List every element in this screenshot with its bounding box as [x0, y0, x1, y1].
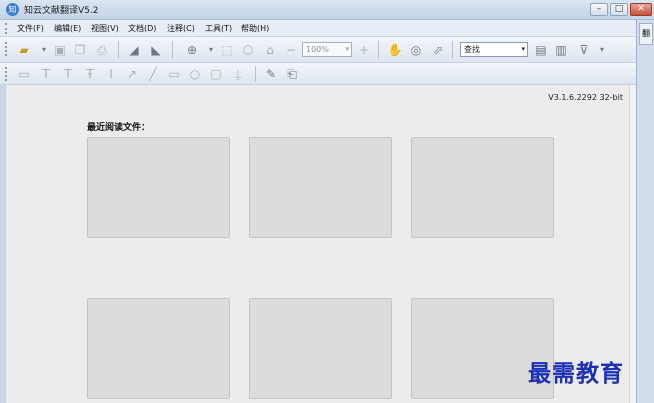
title-bar: 知 知云文献翻译V5.2 – □ ✕ — [0, 0, 654, 20]
page-icon[interactable]: ▤ — [533, 42, 549, 58]
menu-file[interactable]: 文件(F) — [17, 23, 44, 34]
crop-icon[interactable]: ⬚ — [219, 42, 235, 58]
watermark-text: 最需教育 — [528, 360, 624, 387]
side-panel-tab[interactable]: 翻 — [639, 23, 653, 45]
search-value: 查找 — [464, 45, 480, 54]
text-icon[interactable]: T — [38, 66, 54, 82]
recent-files-heading: 最近阅读文件： — [87, 123, 151, 133]
toolbar-separator — [118, 41, 119, 59]
toolbar-separator — [172, 41, 173, 59]
app-window: 知 知云文献翻译V5.2 – □ ✕ 文件(F) 编辑(E) 视图(V) 文档(… — [0, 0, 654, 403]
vertical-scrollbar[interactable] — [629, 85, 636, 403]
stamp-icon[interactable]: ⍊ — [230, 66, 246, 82]
filter-icon[interactable]: ⊽ — [576, 42, 592, 58]
eraser-icon[interactable]: ◣ — [148, 42, 164, 58]
menu-bar: 文件(F) 编辑(E) 视图(V) 文档(D) 注释(C) 工具(T) 帮助(H… — [0, 20, 636, 37]
note-icon[interactable]: ▭ — [16, 66, 32, 82]
edit-box-icon[interactable]: ▢ — [208, 66, 224, 82]
dropdown-arrow-icon[interactable]: ▾ — [203, 42, 219, 58]
recent-file-thumbnail[interactable] — [411, 137, 554, 238]
version-label: V3.1.6.2292 32-bit — [548, 93, 623, 102]
highlight-icon[interactable]: ◢ — [126, 42, 142, 58]
zoom-plus-icon[interactable]: + — [356, 42, 372, 58]
zoom-value: 100% — [306, 45, 329, 54]
toolbar-separator — [452, 41, 453, 59]
page-edit-icon[interactable]: ✎ — [263, 66, 279, 82]
select-icon[interactable]: ⬀ — [430, 42, 446, 58]
toolbar-separator — [378, 41, 379, 59]
open-folder-icon[interactable]: ▰ — [16, 42, 32, 58]
home-icon[interactable]: ⌂ — [262, 42, 278, 58]
print-icon[interactable]: ⎙ — [94, 42, 110, 58]
snapshot-icon[interactable]: ◎ — [408, 42, 424, 58]
line-icon[interactable]: ╱ — [145, 66, 161, 82]
text-cursor-icon[interactable]: I — [103, 66, 119, 82]
chevron-down-icon: ▾ — [345, 45, 349, 53]
annotation-toolbar: ▭ T T Ŧ I ↗ ╱ ▭ ○ ▢ ⍊ ✎ ⎗ — [0, 63, 636, 85]
menu-help[interactable]: 帮助(H) — [241, 23, 269, 34]
menu-tools[interactable]: 工具(T) — [205, 23, 232, 34]
search-select[interactable]: 查找 ▾ — [460, 42, 528, 57]
shape-icon[interactable]: ⬡ — [240, 42, 256, 58]
app-logo-icon: 知 — [6, 3, 19, 16]
document-icon[interactable]: ▥ — [553, 42, 569, 58]
recent-file-thumbnail[interactable] — [249, 298, 392, 399]
menu-view[interactable]: 视图(V) — [91, 23, 119, 34]
close-button[interactable]: ✕ — [630, 3, 652, 16]
menu-document[interactable]: 文档(D) — [128, 23, 156, 34]
toolbar-grip[interactable] — [5, 42, 8, 56]
rectangle-icon[interactable]: ▭ — [166, 66, 182, 82]
recent-file-thumbnail[interactable] — [249, 137, 392, 238]
window-title: 知云文献翻译V5.2 — [24, 6, 99, 16]
arrow-icon[interactable]: ↗ — [124, 66, 140, 82]
maximize-button[interactable]: □ — [610, 3, 628, 16]
strikethrough-icon[interactable]: Ŧ — [82, 66, 98, 82]
side-panel: 翻 — [636, 20, 654, 403]
zoom-select[interactable]: 100% ▾ — [302, 42, 352, 57]
circle-icon[interactable]: ○ — [187, 66, 203, 82]
zoom-out-icon[interactable]: − — [283, 42, 299, 58]
zoom-in-icon[interactable]: ⊕ — [184, 42, 200, 58]
minimize-button[interactable]: – — [590, 3, 608, 16]
recent-file-thumbnail[interactable] — [87, 298, 230, 399]
menu-edit[interactable]: 编辑(E) — [54, 23, 81, 34]
save-icon[interactable]: ▣ — [52, 42, 68, 58]
text-icon[interactable]: T — [60, 66, 76, 82]
chevron-down-icon: ▾ — [521, 45, 525, 53]
menu-annotation[interactable]: 注释(C) — [167, 23, 195, 34]
recent-file-thumbnail[interactable] — [87, 137, 230, 238]
toolbar-grip[interactable] — [5, 67, 8, 81]
menu-grip[interactable] — [5, 23, 8, 34]
copy-icon[interactable]: ❐ — [72, 42, 88, 58]
toolbar-separator — [255, 66, 256, 82]
attach-icon[interactable]: ⎗ — [284, 66, 300, 82]
dropdown-arrow-icon[interactable]: ▾ — [594, 42, 610, 58]
dropdown-arrow-icon[interactable]: ▾ — [36, 42, 52, 58]
hand-icon[interactable]: ✋ — [387, 42, 403, 58]
